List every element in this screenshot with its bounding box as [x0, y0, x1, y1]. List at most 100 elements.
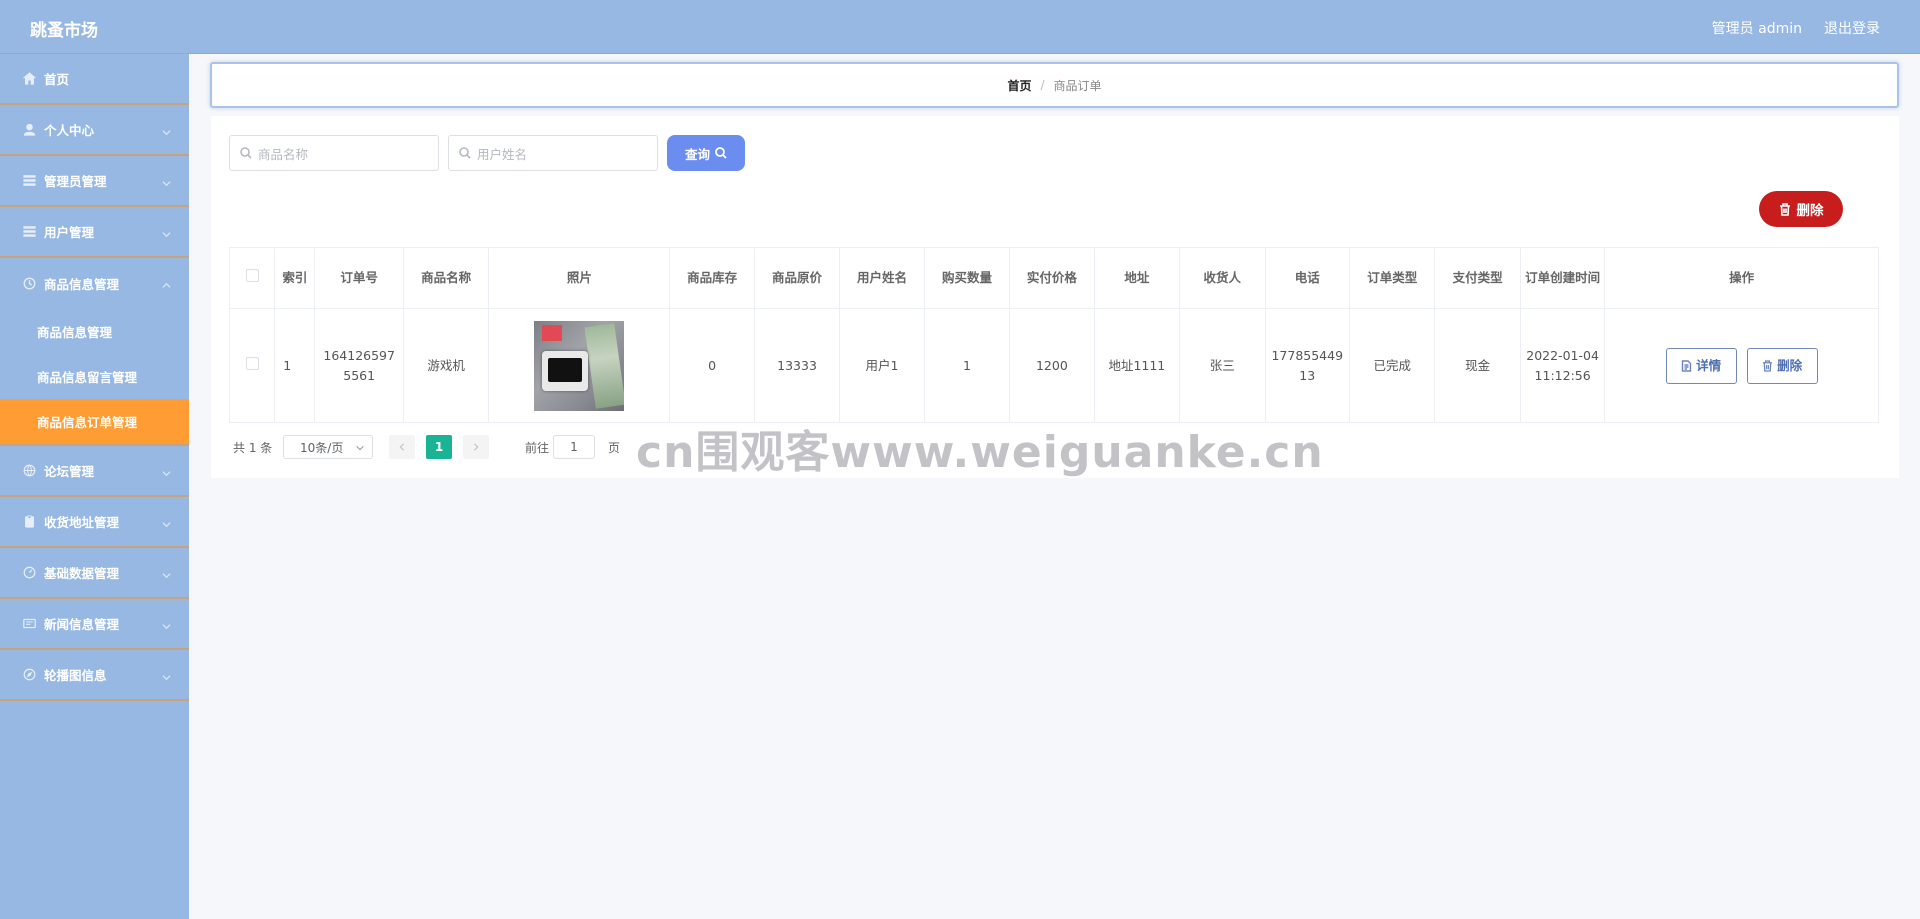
- compass-icon: [22, 668, 36, 682]
- query-button-label: 查询: [684, 146, 710, 162]
- page-size-value: 10条/页: [300, 440, 344, 455]
- product-name-search-input[interactable]: 商品名称: [229, 135, 439, 171]
- breadcrumb-home-link[interactable]: 首页: [1007, 77, 1031, 94]
- row-checkbox[interactable]: [245, 356, 259, 370]
- photo-device-screen: [548, 357, 583, 382]
- page-suffix-label: 页: [608, 440, 621, 455]
- column-header: 地址: [1093, 247, 1181, 309]
- chevron-right-icon: [473, 443, 479, 451]
- goto-page-input[interactable]: 1: [553, 435, 595, 459]
- column-header: 照片: [488, 247, 671, 309]
- column-header: 商品库存: [669, 247, 755, 309]
- user-name-search-input[interactable]: 用户姓名: [448, 135, 658, 171]
- current-page-button[interactable]: 1: [426, 435, 452, 459]
- sidebar-item-admin-management[interactable]: 管理员管理: [0, 156, 189, 207]
- user-name-placeholder: 用户姓名: [477, 146, 528, 162]
- sidebar-item-product-management[interactable]: 商品信息管理: [0, 258, 189, 309]
- photo-card: [542, 324, 563, 341]
- cell-order-type: 已完成: [1348, 308, 1436, 423]
- cell-product-name: 游戏机: [402, 308, 490, 423]
- next-page-button[interactable]: [463, 435, 489, 459]
- cell-original-price: 13333: [753, 308, 841, 423]
- column-header: 商品名称: [402, 247, 490, 309]
- search-icon: [240, 147, 252, 159]
- cell-index: 1: [274, 308, 316, 423]
- search-icon: [715, 147, 727, 159]
- column-header: 收货人: [1179, 247, 1266, 309]
- chevron-down-icon: [162, 466, 171, 477]
- cell-address: 地址1111: [1093, 308, 1181, 423]
- column-header: 订单类型: [1348, 247, 1436, 309]
- cell-quantity: 1: [923, 308, 1011, 423]
- select-all-checkbox[interactable]: [245, 269, 259, 282]
- sidebar-item-label: 用户管理: [44, 225, 95, 240]
- home-icon: [22, 72, 36, 86]
- detail-button[interactable]: 详情: [1665, 347, 1737, 384]
- query-button[interactable]: 查询: [667, 135, 745, 171]
- logout-link[interactable]: 退出登录: [1824, 18, 1880, 38]
- clock-icon: [22, 277, 36, 291]
- brand-title: 跳蚤市场: [30, 21, 98, 41]
- list-icon: [22, 174, 36, 188]
- column-header: 购买数量: [923, 247, 1011, 309]
- sidebar-item-basic-data-management[interactable]: 基础数据管理: [0, 548, 189, 599]
- sidebar-item-personal-center[interactable]: 个人中心: [0, 105, 189, 156]
- sidebar-subitem-product-info[interactable]: 商品信息管理: [0, 309, 189, 354]
- table-row: 1 1641265975561 游戏机 0 13333 用户1 1 1200 地…: [228, 308, 1879, 423]
- admin-user-label[interactable]: 管理员 admin: [1712, 18, 1802, 38]
- cell-photo: [488, 308, 671, 423]
- sidebar-item-user-management[interactable]: 用户管理: [0, 207, 189, 258]
- product-photo[interactable]: [534, 320, 625, 411]
- product-submenu: 商品信息管理 商品信息留言管理 商品信息订单管理: [0, 309, 189, 446]
- sidebar-subitem-product-messages[interactable]: 商品信息留言管理: [0, 354, 189, 399]
- chevron-left-icon: [399, 443, 405, 451]
- chevron-down-icon: [162, 517, 171, 528]
- chevron-down-icon: [162, 125, 171, 136]
- detail-button-label: 详情: [1696, 357, 1722, 373]
- table-header-row: 索引 订单号 商品名称 照片 商品库存 商品原价 用户姓名 购买数量 实付价格 …: [228, 247, 1879, 309]
- cell-phone: 17785544913: [1264, 308, 1350, 423]
- list-icon: [22, 225, 36, 239]
- row-delete-button[interactable]: 删除: [1746, 347, 1818, 384]
- sidebar-item-label: 管理员管理: [44, 174, 107, 189]
- column-header: 电话: [1264, 247, 1350, 309]
- batch-delete-label: 删除: [1796, 203, 1824, 219]
- product-name-placeholder: 商品名称: [258, 146, 309, 162]
- sidebar-item-address-management[interactable]: 收货地址管理: [0, 497, 189, 548]
- goto-label: 前往: [525, 440, 550, 455]
- cell-stock: 0: [669, 308, 755, 423]
- batch-delete-button[interactable]: 删除: [1759, 191, 1843, 227]
- page-size-select[interactable]: 10条/页: [283, 435, 373, 459]
- globe-icon: [22, 464, 36, 478]
- row-delete-label: 删除: [1777, 357, 1803, 373]
- chevron-down-icon: [162, 619, 171, 630]
- column-header: 操作: [1604, 247, 1879, 309]
- sidebar-item-label: 收货地址管理: [44, 515, 120, 530]
- sidebar-item-news-management[interactable]: 新闻信息管理: [0, 599, 189, 650]
- row-select-cell[interactable]: [228, 308, 276, 423]
- prev-page-button[interactable]: [389, 435, 415, 459]
- column-header: 用户姓名: [839, 247, 925, 309]
- cell-pay-type: 现金: [1434, 308, 1521, 423]
- sidebar-item-carousel-info[interactable]: 轮播图信息: [0, 650, 189, 701]
- sidebar-subitem-product-orders[interactable]: 商品信息订单管理: [0, 399, 189, 444]
- sidebar-item-forum-management[interactable]: 论坛管理: [0, 446, 189, 497]
- select-all-cell[interactable]: [228, 247, 276, 309]
- photo-banknotes: [584, 322, 625, 409]
- chevron-down-icon: [162, 568, 171, 579]
- sidebar-item-label: 新闻信息管理: [44, 617, 120, 632]
- clipboard-icon: [22, 515, 36, 529]
- trash-icon: [1763, 359, 1773, 372]
- sidebar: 首页 个人中心 管理员管理 用户管理 商品信息管理 商品信息管理 商品信息留言管…: [0, 54, 189, 919]
- header-actions: 管理员 admin 退出登录: [1712, 18, 1880, 38]
- cell-user-name: 用户1: [839, 308, 925, 423]
- cell-actions: 详情 删除: [1604, 308, 1879, 423]
- chevron-down-icon: [162, 227, 171, 238]
- column-header: 商品原价: [753, 247, 841, 309]
- cell-order-no: 1641265975561: [314, 308, 404, 423]
- breadcrumb-separator: /: [1040, 78, 1045, 92]
- column-header: 订单创建时间: [1519, 247, 1606, 309]
- chevron-down-icon: [162, 176, 171, 187]
- sidebar-item-home[interactable]: 首页: [0, 54, 189, 105]
- trash-icon: [1779, 202, 1790, 216]
